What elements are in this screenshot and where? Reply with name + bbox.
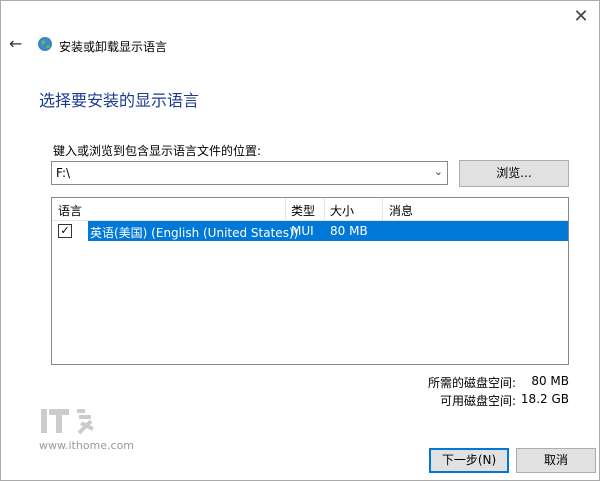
language-list[interactable]: 语言 类型 大小 消息 ✓ 英语(美国) (English (United St…: [51, 197, 569, 365]
browse-button[interactable]: 浏览...: [459, 160, 569, 187]
table-row[interactable]: ✓ 英语(美国) (English (United States)) MUI 8…: [52, 221, 568, 241]
checkbox-icon[interactable]: ✓: [58, 224, 72, 238]
column-divider[interactable]: [382, 198, 383, 220]
next-button[interactable]: 下一步(N): [429, 448, 509, 473]
watermark-url: www.ithome.com: [39, 439, 135, 452]
available-space-label: 可用磁盘空间:: [439, 394, 516, 408]
chevron-down-icon[interactable]: ⌄: [434, 165, 443, 178]
column-header-message[interactable]: 消息: [389, 202, 413, 219]
window-title: 安装或卸载显示语言: [59, 40, 168, 54]
back-arrow-icon[interactable]: ←: [9, 34, 22, 53]
close-icon[interactable]: ✕: [571, 7, 591, 27]
ithome-logo: [41, 409, 94, 435]
dialog-window: ✕ ← 安装或卸载显示语言 选择要安装的显示语言 键入或浏览到包含显示语言文件的…: [0, 0, 600, 481]
required-space-value: 80 MB: [531, 374, 569, 388]
globe-icon: [38, 37, 52, 51]
column-divider[interactable]: [324, 198, 325, 220]
available-space-value: 18.2 GB: [520, 392, 569, 406]
column-divider[interactable]: [285, 198, 286, 220]
cell-size: 80 MB: [330, 224, 368, 238]
column-header-size[interactable]: 大小: [330, 202, 354, 219]
column-header-language[interactable]: 语言: [58, 202, 82, 219]
path-label: 键入或浏览到包含显示语言文件的位置:: [53, 144, 262, 158]
required-space-label: 所需的磁盘空间:: [427, 376, 516, 390]
cell-type: MUI: [291, 224, 314, 238]
column-header-type[interactable]: 类型: [291, 202, 315, 219]
list-header: 语言 类型 大小 消息: [52, 198, 568, 221]
page-heading: 选择要安装的显示语言: [39, 91, 200, 110]
cell-language: 英语(美国) (English (United States)): [90, 226, 299, 240]
selected-row-highlight[interactable]: 英语(美国) (English (United States)) MUI 80 …: [88, 221, 568, 241]
path-combobox[interactable]: F:\ ⌄: [51, 161, 448, 185]
cancel-button[interactable]: 取消: [516, 448, 596, 473]
path-input[interactable]: F:\: [56, 166, 70, 180]
